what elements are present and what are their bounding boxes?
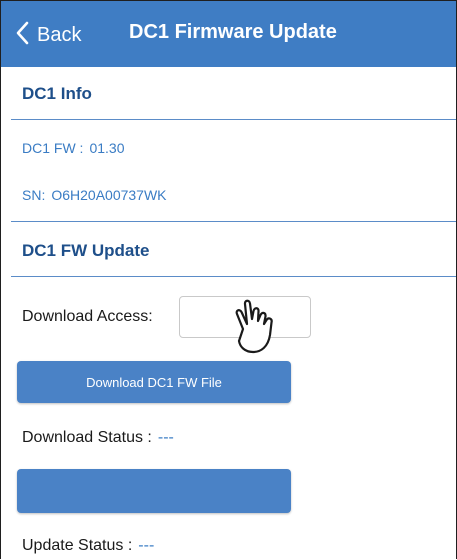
download-status-row: Download Status : --- [22,429,174,447]
section-title-info: DC1 Info [22,84,92,103]
page-title: DC1 Firmware Update [129,21,337,43]
update-status-label: Update Status : [22,537,133,554]
sn-label: SN: [22,187,46,203]
divider [11,119,456,120]
divider [11,276,456,277]
nav-bar: Back DC1 Firmware Update [1,1,456,67]
section-title-update: DC1 FW Update [22,241,150,260]
fw-value: 01.30 [89,140,125,156]
sn-value: O6H20A00737WK [51,187,167,203]
fw-version-row: DC1 FW : 01.30 [22,140,125,156]
app-screen: Back DC1 Firmware Update DC1 Info DC1 FW… [0,0,457,559]
back-button[interactable]: Back [15,20,81,50]
download-access-label: Download Access: [22,308,153,325]
download-fw-button[interactable]: Download DC1 FW File [17,361,291,403]
back-label: Back [37,23,82,46]
divider [11,221,456,222]
chevron-left-icon [15,21,29,50]
download-status-value: --- [157,429,174,446]
update-status-row: Update Status : --- [22,537,154,555]
download-status-label: Download Status : [22,429,152,446]
serial-number-row: SN: O6H20A00737WK [22,187,167,203]
update-status-value: --- [138,537,155,554]
update-fw-button[interactable] [17,469,291,513]
fw-label: DC1 FW : [22,140,84,156]
hand-pointer-icon [229,297,279,355]
